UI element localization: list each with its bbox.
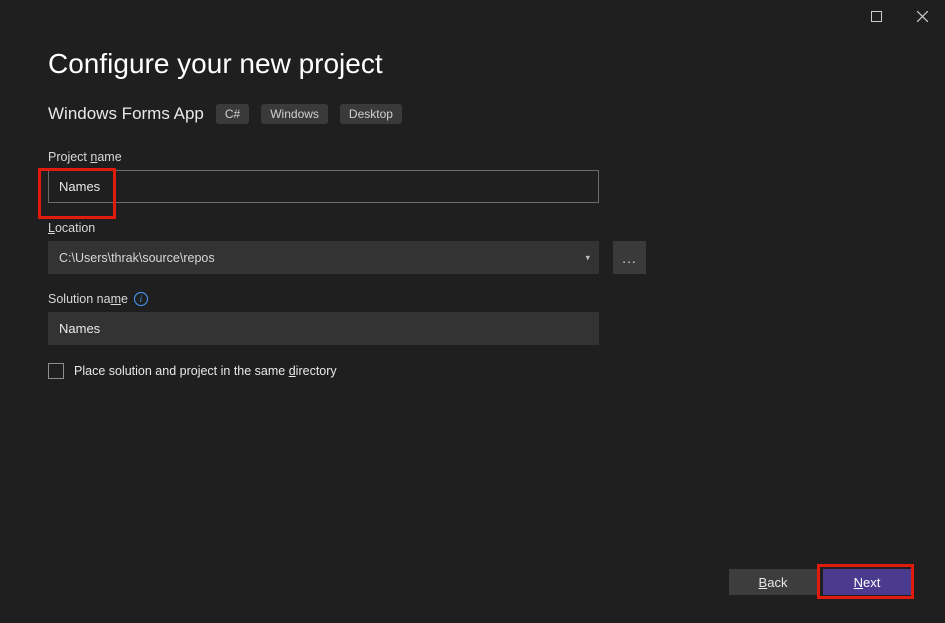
location-select-wrap: ▾ — [48, 241, 599, 274]
project-name-input[interactable] — [48, 170, 599, 203]
content-area: Configure your new project Windows Forms… — [0, 32, 945, 379]
solution-name-group: Solution name i — [48, 292, 897, 345]
project-name-label: Project name — [48, 150, 897, 164]
same-directory-checkbox[interactable] — [48, 363, 64, 379]
project-name-group: Project name — [48, 150, 897, 203]
back-button[interactable]: Back — [729, 569, 817, 595]
template-row: Windows Forms App C# Windows Desktop — [48, 104, 897, 124]
maximize-button[interactable] — [853, 0, 899, 32]
maximize-icon — [871, 11, 882, 22]
badge-platform: Windows — [261, 104, 328, 124]
info-icon[interactable]: i — [134, 292, 148, 306]
titlebar — [0, 0, 945, 32]
footer-buttons: Back Next — [729, 569, 911, 595]
badge-lang: C# — [216, 104, 249, 124]
badge-type: Desktop — [340, 104, 402, 124]
page-title: Configure your new project — [48, 48, 897, 80]
same-directory-row: Place solution and project in the same d… — [48, 363, 897, 379]
browse-button[interactable]: ... — [613, 241, 646, 274]
template-name: Windows Forms App — [48, 104, 204, 124]
location-group: Location ▾ ... — [48, 221, 897, 274]
location-label: Location — [48, 221, 897, 235]
close-button[interactable] — [899, 0, 945, 32]
solution-name-input[interactable] — [48, 312, 599, 345]
next-button[interactable]: Next — [823, 569, 911, 595]
location-select[interactable] — [48, 241, 599, 274]
same-directory-label: Place solution and project in the same d… — [74, 364, 337, 378]
close-icon — [917, 11, 928, 22]
solution-name-label: Solution name i — [48, 292, 897, 306]
